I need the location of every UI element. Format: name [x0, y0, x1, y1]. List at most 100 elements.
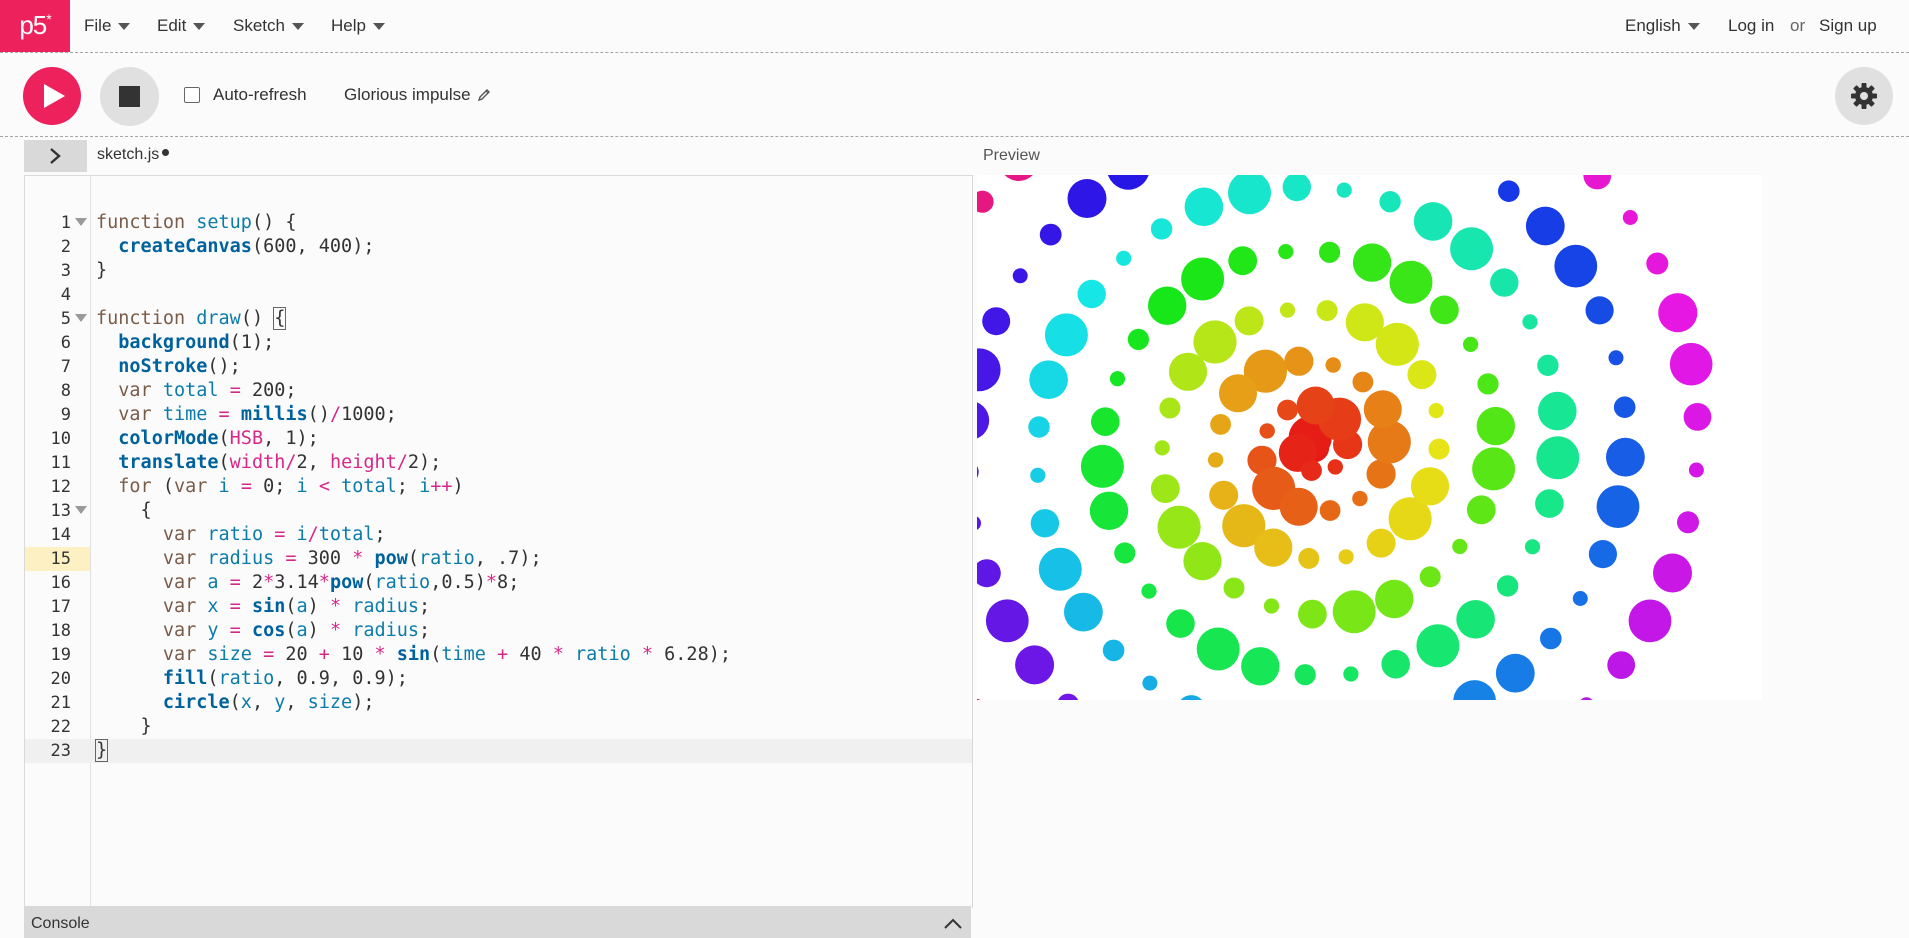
- code-line[interactable]: 19 var size = 20 + 10 * sin(time + 40 * …: [25, 643, 972, 667]
- sketch-dot: [1554, 244, 1598, 288]
- sketch-dot: [1148, 286, 1187, 325]
- code-line[interactable]: 10 colorMode(HSB, 1);: [25, 427, 972, 451]
- code-line[interactable]: 23}: [25, 739, 972, 763]
- sketch-dot: [1183, 542, 1222, 581]
- code-text: }: [94, 739, 109, 762]
- sidebar-toggle-button[interactable]: [24, 140, 87, 172]
- sketch-dot: [1453, 680, 1496, 700]
- console-label: Console: [31, 915, 90, 932]
- preview-frame[interactable]: [977, 175, 1762, 700]
- code-line[interactable]: 6 background(1);: [25, 331, 972, 355]
- chevron-right-icon: [50, 148, 61, 164]
- code-line[interactable]: 4: [25, 283, 972, 307]
- menu-help-label: Help: [331, 16, 366, 35]
- sketch-dot: [1596, 485, 1640, 528]
- sketch-dot: [1223, 577, 1245, 599]
- sketch-dot: [1646, 252, 1669, 275]
- chevron-up-icon[interactable]: [944, 918, 962, 929]
- code-line[interactable]: 7 noStroke();: [25, 355, 972, 379]
- sketch-dot: [1366, 459, 1396, 489]
- sketch-dot: [1524, 539, 1541, 555]
- sketch-dot: [1058, 693, 1079, 700]
- code-line[interactable]: 21 circle(x, y, size);: [25, 691, 972, 715]
- chevron-down-icon: [291, 22, 304, 30]
- sketch-dot: [1538, 391, 1577, 431]
- line-number: 7: [60, 357, 71, 377]
- code-line[interactable]: 20 fill(ratio, 0.9, 0.9);: [25, 667, 972, 691]
- line-number: 23: [50, 741, 71, 761]
- sketch-dot: [1277, 399, 1298, 421]
- code-text: createCanvas(600, 400);: [118, 236, 375, 257]
- menu-sketch[interactable]: Sketch: [233, 0, 304, 52]
- p5-logo[interactable]: p5*: [0, 0, 70, 52]
- code-line[interactable]: 8 var total = 200;: [25, 379, 972, 403]
- code-line[interactable]: 16 var a = 2*3.14*pow(ratio,0.5)*8;: [25, 571, 972, 595]
- fold-arrow-icon[interactable]: [75, 506, 87, 514]
- line-number: 10: [50, 429, 71, 449]
- sketch-dot: [982, 307, 1011, 336]
- code-text: }: [96, 716, 152, 737]
- line-number: 22: [50, 717, 71, 737]
- play-button[interactable]: [23, 67, 81, 125]
- sketch-dot: [1030, 509, 1060, 538]
- menu-file[interactable]: File: [84, 0, 131, 52]
- console-bar[interactable]: Console: [24, 906, 971, 938]
- sketch-dot: [1522, 314, 1538, 330]
- code-line[interactable]: 5 function draw() {: [25, 307, 972, 331]
- menu-help[interactable]: Help: [331, 0, 385, 52]
- line-number: 21: [50, 693, 71, 713]
- play-icon: [44, 84, 65, 108]
- login-link[interactable]: Log in: [1728, 0, 1774, 52]
- sketch-dot: [1419, 566, 1441, 588]
- autorefresh-toggle[interactable]: Auto-refresh: [184, 85, 307, 105]
- pencil-icon[interactable]: [477, 88, 491, 102]
- code-text: for (var i = 0; i < total; i++): [118, 476, 464, 497]
- line-number: 12: [50, 477, 71, 497]
- code-line[interactable]: 14 var ratio = i/total;: [25, 523, 972, 547]
- code-text: circle(x, y, size);: [162, 692, 375, 713]
- sketch-dot: [1572, 591, 1588, 606]
- fold-arrow-icon[interactable]: [75, 218, 87, 226]
- sketch-dot: [1012, 268, 1028, 284]
- sketch-dot: [1345, 303, 1384, 342]
- sketch-dot: [1613, 396, 1636, 418]
- code-text: function draw() {: [96, 307, 287, 330]
- signup-link[interactable]: Sign up: [1819, 0, 1877, 52]
- code-line[interactable]: 18 var y = cos(a) * radius;: [25, 619, 972, 643]
- code-line[interactable]: 2 createCanvas(600, 400);: [25, 235, 972, 259]
- sketch-dot: [1338, 549, 1354, 565]
- code-line[interactable]: 13 {: [25, 499, 972, 523]
- sketch-canvas[interactable]: [977, 175, 1762, 700]
- code-line[interactable]: 11 translate(width/2, height/2);: [25, 451, 972, 475]
- fold-arrow-icon[interactable]: [75, 314, 87, 322]
- autorefresh-checkbox[interactable]: [184, 87, 200, 103]
- code-line[interactable]: 12 for (var i = 0; i < total; i++): [25, 475, 972, 499]
- code-line[interactable]: 22 }: [25, 715, 972, 739]
- sketch-dot: [1606, 437, 1645, 477]
- sketch-dot: [1039, 223, 1062, 246]
- menu-edit[interactable]: Edit: [157, 0, 206, 52]
- code-line[interactable]: 15 var radius = 300 * pow(ratio, .7);: [25, 547, 972, 571]
- sketch-dot: [1004, 175, 1033, 181]
- line-number: 5: [60, 309, 71, 329]
- code-line[interactable]: 17 var x = sin(a) * radius;: [25, 595, 972, 619]
- settings-button[interactable]: [1835, 67, 1893, 125]
- sketch-dot: [1476, 406, 1515, 446]
- sketch-dot: [1127, 328, 1149, 350]
- sketch-dot: [1254, 528, 1293, 567]
- sketch-dot: [1029, 360, 1068, 399]
- sketch-dot: [1279, 302, 1296, 318]
- code-line[interactable]: 3}: [25, 259, 972, 283]
- sketch-dot: [1180, 695, 1202, 700]
- code-line[interactable]: 1 function setup() {: [25, 211, 972, 235]
- stop-button[interactable]: [100, 67, 159, 126]
- code-line[interactable]: 9 var time = millis()/1000;: [25, 403, 972, 427]
- code-editor[interactable]: 1 function setup() {2 createCanvas(600, 4…: [24, 175, 973, 908]
- file-tab[interactable]: sketch.js: [97, 146, 170, 164]
- language-select[interactable]: English: [1625, 0, 1700, 52]
- sketch-dot: [1114, 542, 1136, 564]
- project-name[interactable]: Glorious impulse: [344, 85, 491, 105]
- toolbar: Auto-refresh Glorious impulse: [0, 53, 1909, 137]
- code-text: {: [96, 500, 152, 521]
- sketch-dot: [977, 402, 990, 439]
